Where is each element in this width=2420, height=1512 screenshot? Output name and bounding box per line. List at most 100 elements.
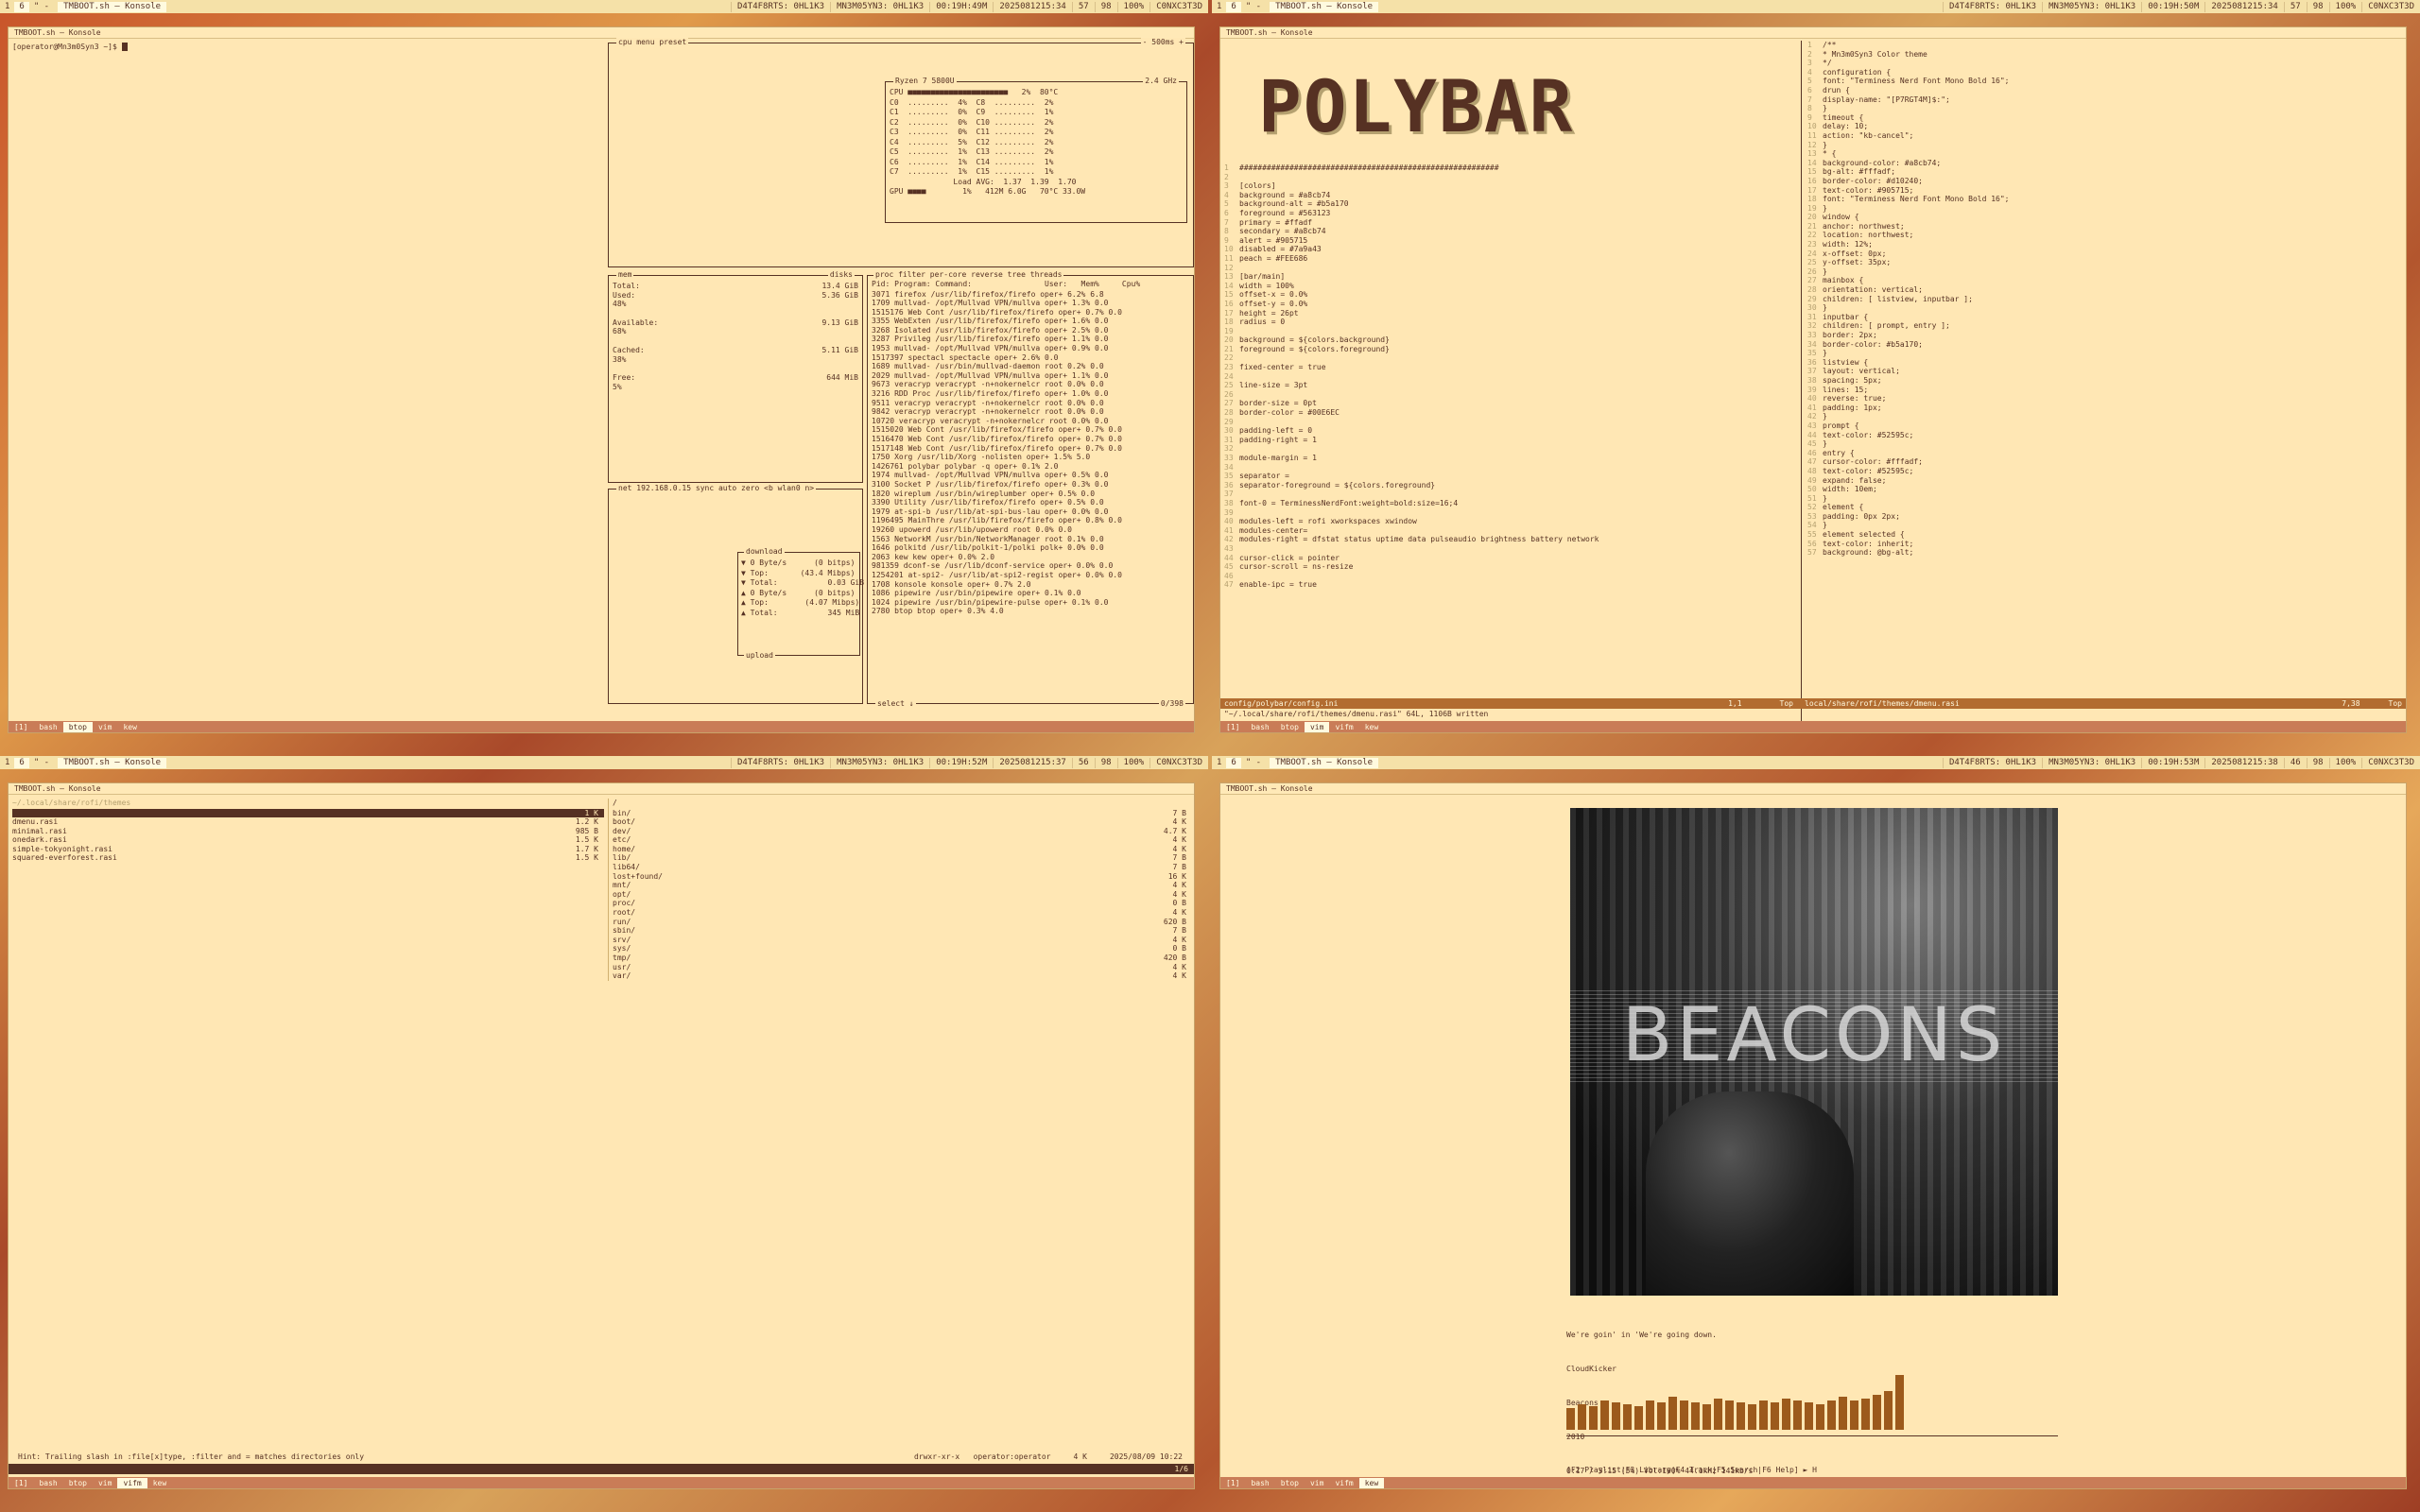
file-item[interactable]: tmp/420 B — [613, 954, 1192, 963]
process-row[interactable]: 3216 RDD Proc /usr/lib/firefox/firefo op… — [872, 389, 1189, 399]
process-row[interactable]: 1254201 at-spi2- /usr/lib/at-spi2-regist… — [872, 571, 1189, 580]
process-row[interactable]: 9511 veracryp veracrypt -n+nokernelcr ro… — [872, 399, 1189, 408]
file-item[interactable]: minimal.rasi 985 B — [12, 827, 604, 836]
code-line: 6 foreground = #563123 — [1224, 208, 1331, 217]
process-row[interactable]: 1709 mullvad- /opt/Mullvad VPN/mullva op… — [872, 299, 1189, 308]
code-line: 1 #######################################… — [1224, 163, 1499, 172]
code-line: 36 separator-foreground = ${colors.foregr… — [1224, 480, 1436, 490]
workspace-1[interactable]: 1 — [0, 2, 14, 12]
net-row: ▼ 0 Byte/s (0 bitps) — [741, 558, 856, 567]
file-item[interactable]: onedark.rasi 1.5 K — [12, 835, 604, 845]
file-item[interactable]: sbin/7 B — [613, 926, 1192, 936]
process-row[interactable]: 1196495 MainThre /usr/lib/firefox/firefo… — [872, 516, 1189, 525]
file-item[interactable]: etc/4 K — [613, 835, 1192, 845]
terminal-bottom-right[interactable]: TMBOOT.sh — Konsole BEACONS We're goin' … — [1219, 782, 2407, 1489]
file-item[interactable]: lib64/7 B — [613, 863, 1192, 872]
file-item[interactable]: lib/7 B — [613, 853, 1192, 863]
kew-menu[interactable]: [F2 Playlist|F3 Library|F4 Track|F5 Sear… — [1566, 1466, 1817, 1476]
visualizer-bar — [1691, 1402, 1700, 1430]
tab-vim[interactable]: vim — [93, 722, 117, 732]
process-row[interactable]: 3100 Socket P /usr/lib/firefox/firefo op… — [872, 480, 1189, 490]
vim-right-pane[interactable]: 1/** 2 * Mn3m0Syn3 Color theme 3 */4 config… — [1801, 41, 2406, 721]
process-row[interactable]: 1086 pipewire /usr/bin/pipewire oper+ 0.… — [872, 589, 1189, 598]
file-item[interactable]: 1 K — [12, 808, 604, 818]
file-item[interactable]: var/4 K — [613, 971, 1192, 981]
process-row[interactable]: 3355 WebExten /usr/lib/firefox/firefo op… — [872, 317, 1189, 326]
process-row[interactable]: 9673 veracryp veracrypt -n+nokernelcr ro… — [872, 380, 1189, 389]
process-row[interactable]: 3071 firefox /usr/lib/firefox/firefo ope… — [872, 290, 1189, 300]
vifm-left-pane[interactable]: ~/.local/share/rofi/themes 1 Kdmenu.rasi… — [12, 799, 604, 863]
process-row[interactable]: 2780 btop btop oper+ 0.3% 4.0 — [872, 607, 1189, 616]
file-item[interactable]: squared-everforest.rasi 1.5 K — [12, 853, 604, 863]
file-item[interactable]: lost+found/16 K — [613, 872, 1192, 882]
file-item[interactable]: dmenu.rasi 1.2 K — [12, 817, 604, 827]
file-item[interactable]: mnt/4 K — [613, 881, 1192, 890]
code-line: 31 inputbar { — [1807, 312, 1869, 321]
visualizer-bar — [1759, 1400, 1768, 1430]
process-row[interactable]: 1953 mullvad- /opt/Mullvad VPN/mullva op… — [872, 344, 1189, 353]
terminal-top-left[interactable]: TMBOOT.sh — Konsole [operator@Mn3m0Syn3 … — [8, 26, 1195, 733]
process-row[interactable]: 1820 wireplum /usr/bin/wireplumber oper+… — [872, 490, 1189, 499]
terminal-bottom-left[interactable]: TMBOOT.sh — Konsole ~/.local/share/rofi/… — [8, 782, 1195, 1489]
file-item[interactable]: sys/0 B — [613, 944, 1192, 954]
process-row[interactable]: 10720 veracryp veracrypt -n+nokernelcr r… — [872, 417, 1189, 426]
process-row[interactable]: 1517397 spectacl spectacle oper+ 2.6% 0.… — [872, 353, 1189, 363]
process-row[interactable]: 1646 polkitd /usr/lib/polkit-1/polki pol… — [872, 543, 1189, 553]
process-row[interactable]: 1979 at-spi-b /usr/lib/at-spi-bus-lau op… — [872, 507, 1189, 517]
mem-list: Total: 13.4 GiB Used: 5.36 GiB 48% Available:… — [609, 276, 862, 406]
code-line: 37 layout: vertical; — [1807, 367, 1900, 376]
tab-kew[interactable]: kew — [117, 722, 142, 732]
mem-row: 48% — [613, 300, 627, 309]
process-row[interactable]: 1974 mullvad- /opt/Mullvad VPN/mullva op… — [872, 471, 1189, 480]
file-item[interactable]: proc/0 B — [613, 899, 1192, 908]
process-row[interactable]: 2063 kew kew oper+ 0.0% 2.0 — [872, 553, 1189, 562]
process-row[interactable]: 1024 pipewire /usr/bin/pipewire-pulse op… — [872, 598, 1189, 608]
file-item[interactable]: run/620 B — [613, 918, 1192, 927]
code-line: 11 peach = #FEE686 — [1224, 253, 1308, 263]
dir-list[interactable]: bin/7 Bboot/4 Kdev/4.7 Ketc/4 Khome/4 Kl… — [613, 809, 1192, 981]
mem-row: Used: 5.36 GiB — [613, 290, 858, 300]
process-row[interactable]: 1516470 Web Cont /usr/lib/firefox/firefo… — [872, 435, 1189, 444]
terminal-title: TMBOOT.sh — Konsole — [9, 27, 1194, 39]
process-row[interactable]: 1515020 Web Cont /usr/lib/firefox/firefo… — [872, 425, 1189, 435]
file-item[interactable]: root/4 K — [613, 908, 1192, 918]
terminal-top-right[interactable]: TMBOOT.sh — Konsole POLYBAR 1 ###########… — [1219, 26, 2407, 733]
file-item[interactable]: srv/4 K — [613, 936, 1192, 945]
code-line: 7 display-name: "[P7RGT4M]$:"; — [1807, 94, 1950, 104]
process-row[interactable]: 1563 NetworkM /usr/bin/NetworkManager ro… — [872, 535, 1189, 544]
file-item[interactable]: opt/4 K — [613, 890, 1192, 900]
process-row[interactable]: 1517148 Web Cont /usr/lib/firefox/firefo… — [872, 444, 1189, 454]
vifm-right-pane[interactable]: / bin/7 Bboot/4 Kdev/4.7 Ketc/4 Khome/4 … — [608, 799, 1192, 981]
process-list[interactable]: 3071 firefox /usr/lib/firefox/firefo ope… — [868, 290, 1193, 616]
process-row[interactable]: 2029 mullvad- /opt/Mullvad VPN/mullva op… — [872, 371, 1189, 381]
process-row[interactable]: 3287 Privileg /usr/lib/firefox/firefo op… — [872, 335, 1189, 344]
file-item[interactable]: dev/4.7 K — [613, 827, 1192, 836]
file-item[interactable]: boot/4 K — [613, 817, 1192, 827]
tab-bash[interactable]: bash — [33, 722, 62, 732]
process-row[interactable]: 9842 veracryp veracrypt -n+nokernelcr ro… — [872, 407, 1189, 417]
process-row[interactable]: 1515176 Web Cont /usr/lib/firefox/firefo… — [872, 308, 1189, 318]
process-row[interactable]: 1689 mullvad- /usr/bin/mullvad-daemon ro… — [872, 362, 1189, 371]
process-row[interactable]: 3390 Utility /usr/lib/firefox/firefo ope… — [872, 498, 1189, 507]
process-row[interactable]: 3268 Isolated /usr/lib/firefox/firefo op… — [872, 326, 1189, 335]
process-row[interactable]: 1750 Xorg /usr/lib/Xorg -nolisten oper+ … — [872, 453, 1189, 462]
code-line: 44 cursor-click = pointer — [1224, 553, 1340, 562]
file-list[interactable]: 1 Kdmenu.rasi 1.2 Kminimal.rasi 985 Boneda… — [12, 808, 604, 864]
code-line: 48 text-color: #52595c; — [1807, 466, 1914, 475]
code-line: 4 configuration { — [1807, 67, 1892, 77]
tab-bar: [1] bash btop vim kew — [9, 721, 1194, 732]
file-item[interactable]: home/4 K — [613, 845, 1192, 854]
file-item[interactable]: bin/7 B — [613, 809, 1192, 818]
workspace-6[interactable]: 6 — [14, 1, 29, 12]
process-row[interactable]: 981359 dconf-se /usr/lib/dconf-service o… — [872, 561, 1189, 571]
file-item[interactable]: usr/4 K — [613, 963, 1192, 972]
code-line: 8 secondary = #a8cb74 — [1224, 227, 1326, 236]
shell-prompt[interactable]: [operator@Mn3m0Syn3 ~]$ — [12, 43, 128, 53]
code-line: 19 — [1224, 326, 1234, 335]
process-row[interactable]: 1708 konsole konsole oper+ 0.7% 2.0 — [872, 580, 1189, 590]
process-row[interactable]: 1426761 polybar polybar -q oper+ 0.1% 2.… — [872, 462, 1189, 472]
tab-btop[interactable]: btop — [62, 721, 93, 732]
vim-left-pane[interactable]: POLYBAR 1 ###############################… — [1220, 41, 1799, 721]
file-item[interactable]: simple-tokyonight.rasi 1.7 K — [12, 845, 604, 854]
process-row[interactable]: 19260 upowerd /usr/lib/upowerd root 0.0%… — [872, 525, 1189, 535]
